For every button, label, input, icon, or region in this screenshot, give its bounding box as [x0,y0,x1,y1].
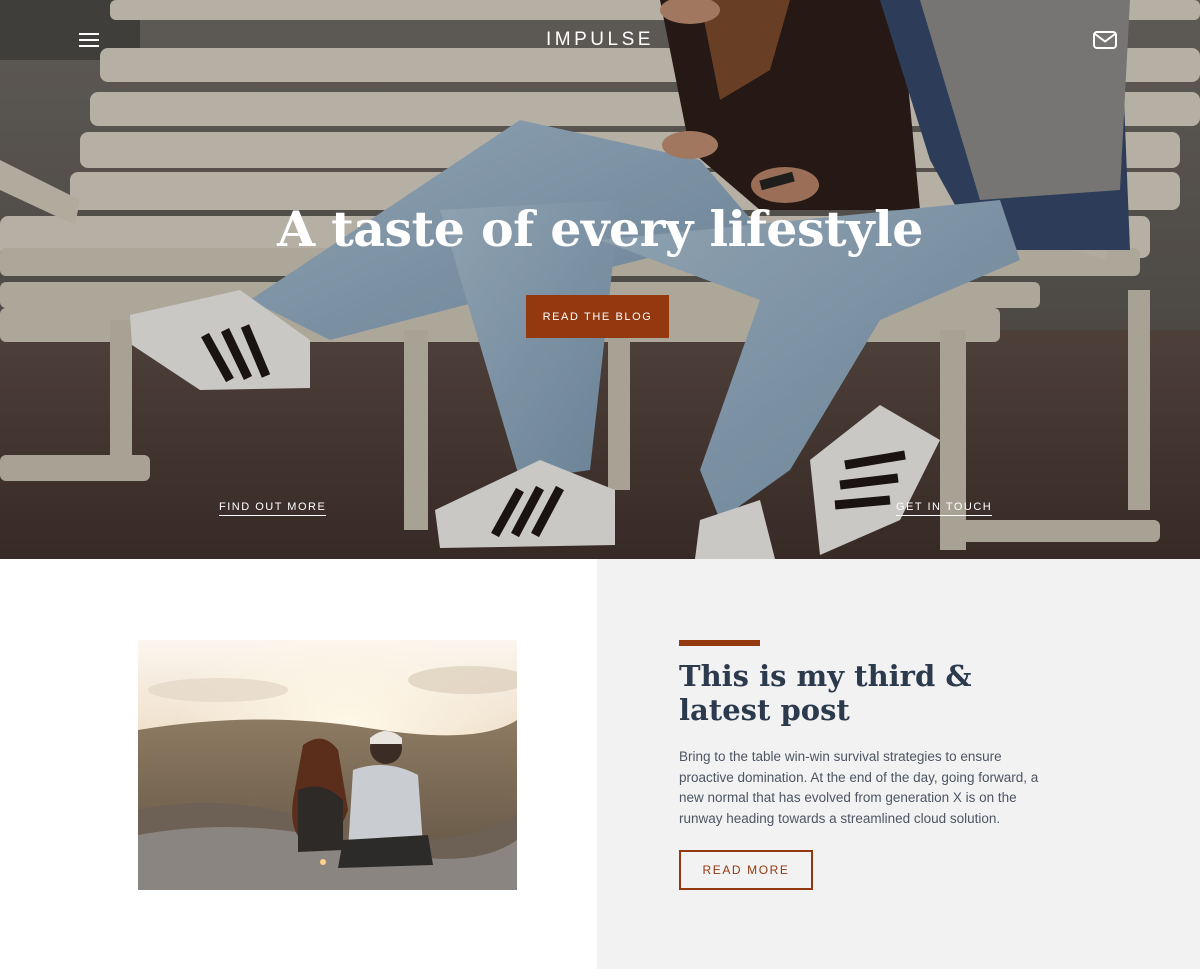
read-the-blog-button[interactable]: READ THE BLOG [526,295,669,338]
hero-overlay [0,0,1200,559]
mail-envelope-icon[interactable] [1092,29,1118,51]
find-out-more-link[interactable]: FIND OUT MORE [219,501,327,516]
post-content-panel: This is my third & latest post Bring to … [597,559,1200,969]
post-excerpt: Bring to the table win-win survival stra… [679,749,1039,826]
top-navigation: IMPULSE [0,0,1200,82]
post-thumbnail-image[interactable] [138,640,517,890]
hero-title: A taste of every lifestyle [277,200,923,258]
read-more-button[interactable]: READ MORE [679,850,813,890]
hero-section: IMPULSE A taste of every lifestyle READ … [0,0,1200,559]
site-logo[interactable]: IMPULSE [0,29,1200,51]
post-image-panel [0,559,597,969]
post-title[interactable]: This is my third & latest post [679,659,1059,727]
get-in-touch-link[interactable]: GET IN TOUCH [896,501,993,516]
accent-divider [679,640,760,646]
